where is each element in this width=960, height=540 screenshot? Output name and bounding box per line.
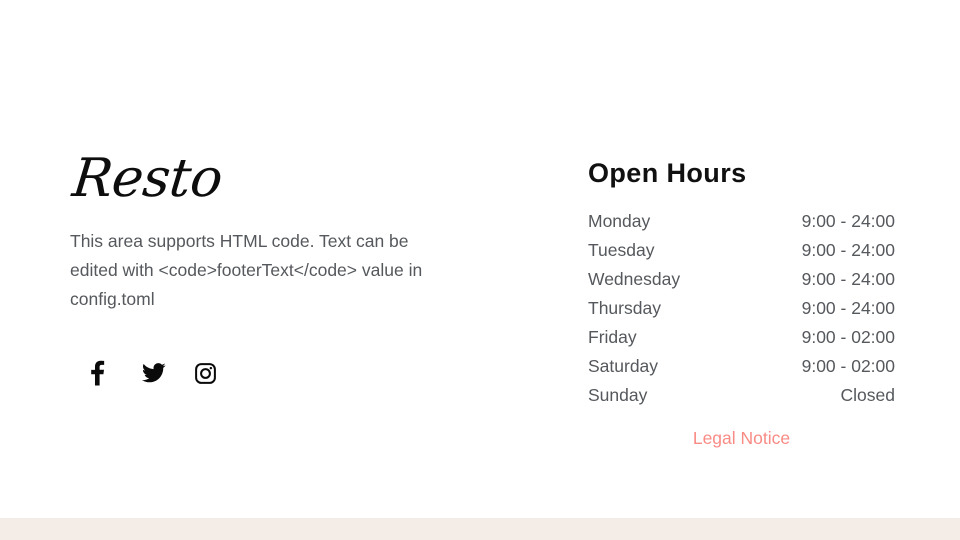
open-hours-list: Monday 9:00 - 24:00 Tuesday 9:00 - 24:00… (588, 207, 895, 410)
social-links-row (90, 357, 246, 389)
open-hours-title: Open Hours (588, 158, 747, 188)
hours-time-value: 9:00 - 24:00 (801, 269, 895, 289)
brand-logo[interactable]: Resto (70, 148, 451, 209)
hours-time-value: 9:00 - 02:00 (801, 327, 895, 347)
legal-notice-wrap: Legal Notice (588, 424, 895, 453)
hours-day-label: Sunday (588, 385, 648, 405)
hours-time-value: Closed (840, 385, 895, 405)
hours-day-label: Saturday (588, 356, 659, 376)
hours-row: Saturday 9:00 - 02:00 (588, 352, 895, 381)
hours-time-value: 9:00 - 02:00 (801, 356, 895, 376)
hours-row: Thursday 9:00 - 24:00 (588, 294, 895, 323)
hours-row: Friday 9:00 - 02:00 (588, 323, 895, 352)
legal-notice-link[interactable]: Legal Notice (693, 428, 790, 448)
hours-day-label: Wednesday (588, 269, 681, 289)
social-link-instagram[interactable] (194, 357, 246, 389)
hours-time-value: 9:00 - 24:00 (801, 240, 895, 260)
hours-row: Tuesday 9:00 - 24:00 (588, 236, 895, 265)
hours-day-label: Thursday (588, 298, 661, 318)
footer-brand-column: Resto This area supports HTML code. Text… (70, 148, 445, 386)
footer-columns: Resto This area supports HTML code. Text… (0, 0, 960, 518)
twitter-icon (142, 363, 166, 383)
site-footer: Resto This area supports HTML code. Text… (0, 0, 960, 518)
instagram-icon (194, 362, 217, 385)
hours-day-label: Friday (588, 327, 637, 347)
hours-day-label: Tuesday (588, 240, 655, 260)
hours-row: Sunday Closed (588, 381, 895, 410)
hours-row: Monday 9:00 - 24:00 (588, 207, 895, 236)
social-link-facebook[interactable] (90, 357, 142, 389)
hours-row: Wednesday 9:00 - 24:00 (588, 265, 895, 294)
footer-description-text: This area supports HTML code. Text can b… (70, 231, 423, 309)
footer-bottom-band (0, 518, 960, 540)
hours-time-value: 9:00 - 24:00 (801, 211, 895, 231)
hours-time-value: 9:00 - 24:00 (801, 298, 895, 318)
facebook-icon (90, 360, 105, 386)
footer-hours-column: Open Hours Monday 9:00 - 24:00 Tuesday 9… (588, 156, 895, 453)
hours-day-label: Monday (588, 211, 651, 231)
social-link-twitter[interactable] (142, 357, 194, 389)
